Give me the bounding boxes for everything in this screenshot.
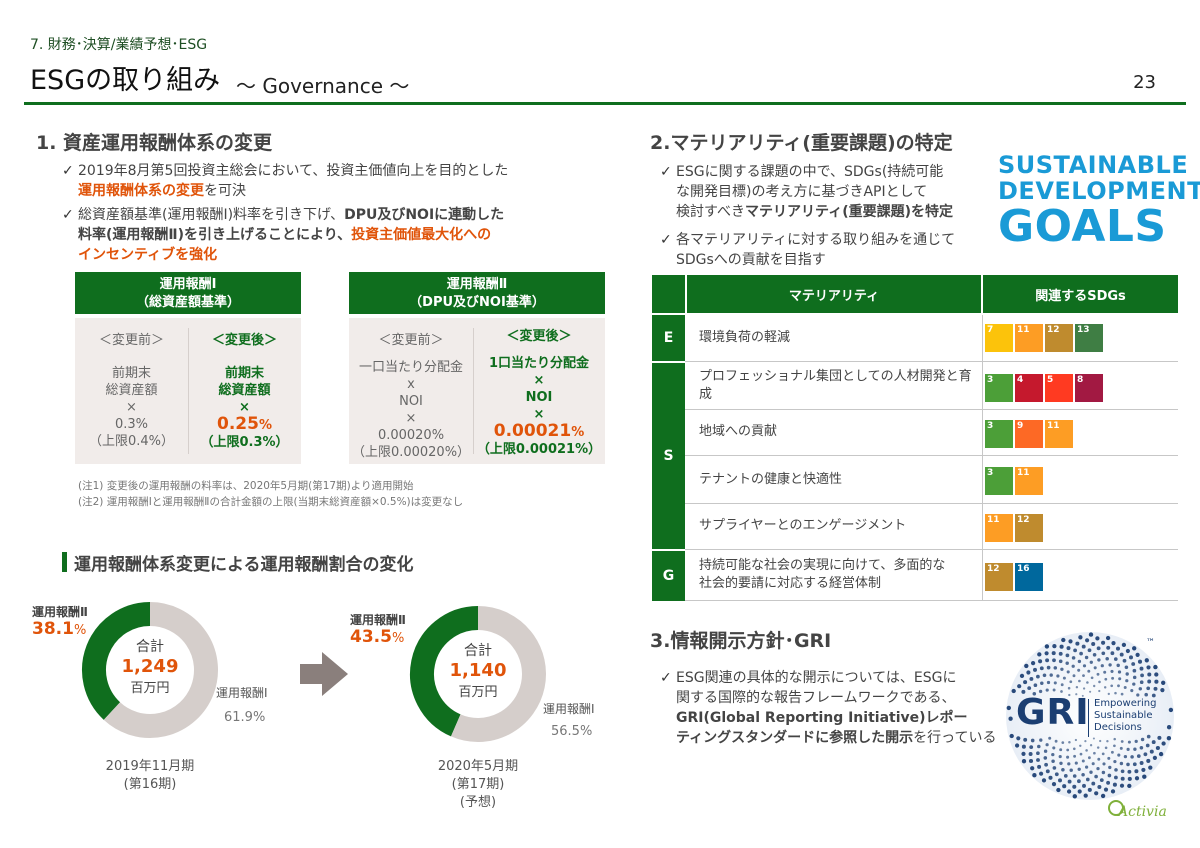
page-subtitle: ～ Governance ～ (236, 74, 410, 98)
gri-wordmark: GRI (1016, 692, 1090, 733)
fee1-after: ＜変更後＞ 前期末 総資産額 × 0.25% （上限0.3%） (200, 333, 289, 450)
sdg-goal-icon: 11 (1015, 324, 1043, 352)
materiality-row: サプライヤーとのエンゲージメント (699, 518, 907, 533)
sdg-goal-icon: 16 (1015, 563, 1043, 591)
materiality-row: プロフェッショナル集団としての人材開発と育成 (699, 369, 972, 402)
donut1-fee2-value: 38.1% (32, 619, 87, 639)
sdg-goal-icon: 12 (1015, 514, 1043, 542)
gri-tagline: Empowering Sustainable Decisions (1094, 698, 1157, 733)
sdg-goal-icon: 12 (985, 563, 1013, 591)
donut2-fee2-value: 43.5% (350, 627, 405, 647)
arrow-right-icon (300, 652, 348, 696)
donut1-center: 合計 1,249 百万円 (121, 639, 179, 696)
materiality-table: マテリアリティ 関連するSDGs E S G 環境負荷の軽減 プロフェッショナル… (652, 275, 1178, 601)
row-letter-g: G (652, 551, 685, 601)
fee1-before: ＜変更前＞ 前期末 総資産額 × 0.3% （上限0.4%） (88, 333, 175, 449)
s3-bullet: ESG関連の具体的な開示については、ESGに 関する国際的な報告フレームワークで… (660, 668, 997, 748)
sdg-goal-icon: 4 (1015, 374, 1043, 402)
sdg-goal-icon: 3 (985, 467, 1013, 495)
s2-bullet-1: ESGに関する課題の中で、SDGs(持続可能 な開発目標)の考え方に基づきAPI… (660, 162, 953, 222)
fee2-header: 運用報酬Ⅱ （DPU及びNOI基準） (349, 272, 605, 314)
fee1-header: 運用報酬Ⅰ （総資産額基準） (75, 272, 301, 314)
fee1-table: 運用報酬Ⅰ （総資産額基準） ＜変更前＞ 前期末 総資産額 × 0.3% （上限… (75, 272, 301, 464)
sdg-goal-icon: 3 (985, 420, 1013, 448)
page-number: 23 (1133, 72, 1156, 93)
section3-heading: 3.情報開示方針･GRI (650, 630, 832, 652)
donut2-fee1-label: 運用報酬Ⅰ (543, 702, 595, 716)
donut2-period: 2020年5月期 (第17期) (予想) (437, 759, 519, 810)
page-title: ESGの取り組み (30, 65, 221, 96)
fee2-after: ＜変更後＞ 1口当たり分配金 × NOI × 0.00021% （上限0.000… (476, 329, 602, 457)
sdg-logo: SUSTAINABLE DEVELOPMENT GOALS (998, 151, 1200, 252)
donut1-period: 2019年11月期 (第16期) (105, 759, 195, 792)
materiality-row: テナントの健康と快適性 (699, 472, 843, 487)
sdg-goal-icon: 12 (1045, 324, 1073, 352)
row-letter-e: E (652, 315, 685, 361)
sdg-goal-icon: 5 (1045, 374, 1073, 402)
sdg-goal-icon: 9 (1015, 420, 1043, 448)
fee2-table: 運用報酬Ⅱ （DPU及びNOI基準） ＜変更前＞ 一口当たり分配金 x NOI … (349, 272, 605, 464)
donut2-fee1-value: 56.5% (551, 724, 593, 739)
materiality-row: 環境負荷の軽減 (699, 330, 791, 345)
bullet-1: 2019年8月第5回投資主総会において、投資主価値向上を目的とした 運用報酬体系… (62, 161, 508, 201)
materiality-row: 持続可能な社会の実現に向けて、多面的な 社会的要請に対応する経営体制 (699, 558, 946, 591)
sdg-goal-icon: 7 (985, 324, 1013, 352)
sdg-goal-icon: 11 (985, 514, 1013, 542)
materiality-row: 地域への貢献 (699, 424, 778, 439)
sdg-goal-icon: 8 (1075, 374, 1103, 402)
section2-heading: 2.マテリアリティ(重要課題)の特定 (650, 132, 953, 154)
ratio-heading: 運用報酬体系変更による運用報酬割合の変化 (74, 555, 414, 575)
donut1-fee1-label: 運用報酬Ⅰ (216, 686, 268, 700)
note-1: (注1) 変更後の運用報酬の料率は、2020年5月期(第17期)より適用開始 (78, 480, 414, 492)
donut2-center: 合計 1,140 百万円 (449, 643, 507, 700)
row-letter-s: S (652, 363, 685, 549)
donut1-fee1-value: 61.9% (224, 710, 266, 725)
gri-trademark: ™ (1146, 638, 1155, 648)
sdgs-col-header: 関連するSDGs (983, 275, 1178, 313)
sdg-goal-icon: 13 (1075, 324, 1103, 352)
brand-logo: Activia (1118, 804, 1167, 820)
heading-bar (62, 552, 67, 572)
bullet-2: 総資産額基準(運用報酬Ⅰ)料率を引き下げ、DPU及びNOIに連動した 料率(運用… (62, 205, 504, 265)
materiality-col-header: マテリアリティ (687, 275, 981, 313)
s2-bullet-2: 各マテリアリティに対する取り組みを通じて SDGsへの貢献を目指す (660, 230, 955, 270)
fee2-before: ＜変更前＞ 一口当たり分配金 x NOI × 0.00020% （上限0.000… (351, 333, 471, 460)
sdg-goal-icon: 11 (1045, 420, 1073, 448)
note-2: (注2) 運用報酬Ⅰと運用報酬Ⅱの合計金額の上限(当期末総資産額×0.5%)は変… (78, 496, 464, 508)
donut2-fee2-label: 運用報酬Ⅱ (350, 613, 406, 627)
section-label: 7. 財務･決算/業績予想･ESG (30, 37, 208, 53)
header-rule (24, 102, 1186, 105)
section1-heading: 1. 資産運用報酬体系の変更 (36, 132, 273, 154)
sdg-goal-icon: 3 (985, 374, 1013, 402)
sdg-goal-icon: 11 (1015, 467, 1043, 495)
